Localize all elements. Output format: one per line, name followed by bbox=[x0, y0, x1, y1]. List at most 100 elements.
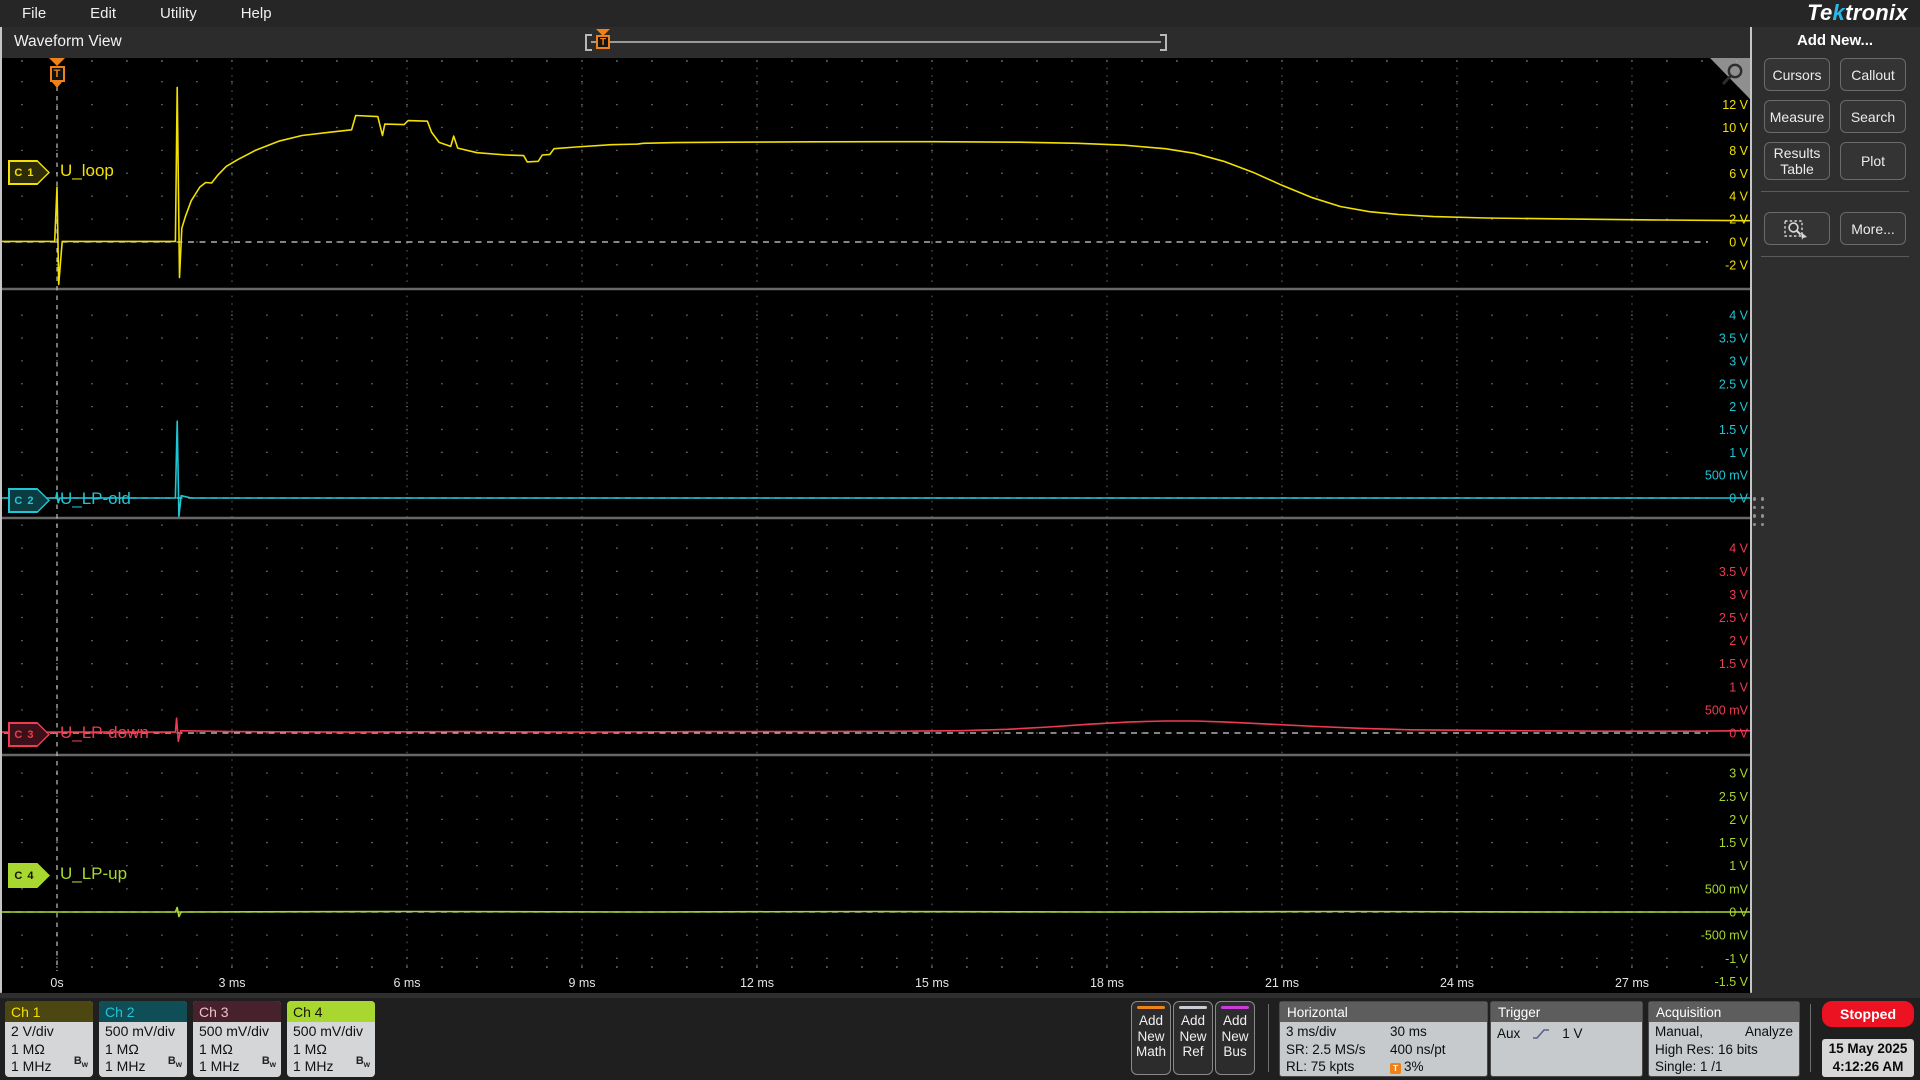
x-tick-label: 21 ms bbox=[1265, 976, 1299, 990]
channel-3-settings-badge[interactable]: Ch 3 500 mV/div 1 MΩ 1 MHz Bw bbox=[193, 1001, 281, 1077]
cursors-button[interactable]: Cursors bbox=[1764, 58, 1830, 91]
horizontal-value: RL: 75 kpts bbox=[1286, 1059, 1355, 1074]
horizontal-value: 30 ms bbox=[1390, 1024, 1427, 1039]
divider bbox=[1268, 1004, 1269, 1072]
y-tick-label: 2.5 V bbox=[1719, 377, 1749, 391]
waveform-display[interactable]: 12 V 10 V 8 V 6 V 4 V 2 V 0 V -2 V 4 V 3.5 V 3 V 2.… bbox=[2, 58, 1750, 993]
channel-2-settings-badge[interactable]: Ch 2 500 mV/div 1 MΩ 1 MHz Bw bbox=[99, 1001, 187, 1077]
channel-1-handle[interactable]: C 1 bbox=[8, 160, 50, 185]
channel-scale: 500 mV/div bbox=[293, 1023, 364, 1039]
bottom-bar: Ch 12 V/div 1 MΩ 1 MHz Bw Ch 2 500 mV/div 1 MΩ… bbox=[0, 998, 1920, 1080]
trigger-tail-icon bbox=[52, 82, 62, 88]
acquisition-panel[interactable]: Acquisition Manual, Analyze High Res: 16… bbox=[1648, 1001, 1800, 1077]
trigger-arrow-icon bbox=[49, 58, 65, 66]
channel-3-label[interactable]: U_LP-down bbox=[60, 723, 149, 743]
channel-4-handle[interactable]: C 4 bbox=[8, 863, 50, 888]
trigger-position-icon: T bbox=[1390, 1063, 1401, 1074]
x-tick-label: 24 ms bbox=[1440, 976, 1474, 990]
y-tick-label: 6 V bbox=[1729, 167, 1748, 181]
add-new-ref-button[interactable]: Add New Ref bbox=[1173, 1001, 1213, 1075]
x-tick-label: 9 ms bbox=[568, 976, 595, 990]
y-tick-label: 3.5 V bbox=[1719, 565, 1749, 579]
waveform-panel: Waveform View T 12 V 10 V 8 V 6 V 4 V 2 V 0 V -… bbox=[0, 27, 1752, 993]
hpos-right-bracket-icon bbox=[1160, 34, 1167, 51]
horizontal-panel-title: Horizontal bbox=[1280, 1002, 1487, 1022]
tab-waveform-view[interactable]: Waveform View bbox=[14, 33, 122, 51]
waveform-canvas[interactable]: 12 V 10 V 8 V 6 V 4 V 2 V 0 V -2 V 4 V 3.5 V 3 V 2.… bbox=[2, 58, 1750, 993]
y-tick-label: 0 V bbox=[1729, 906, 1748, 920]
trace-u-lp-up bbox=[2, 906, 1750, 918]
divider bbox=[1810, 1004, 1811, 1072]
trigger-level: 1 V bbox=[1562, 1026, 1583, 1041]
channel-4-settings-badge[interactable]: Ch 4 500 mV/div 1 MΩ 1 MHz Bw bbox=[287, 1001, 375, 1077]
trigger-marker[interactable]: T bbox=[48, 58, 66, 88]
zoom-select-button[interactable] bbox=[1764, 212, 1830, 245]
plot-button[interactable]: Plot bbox=[1840, 142, 1906, 180]
y-tick-label: 2 V bbox=[1729, 634, 1748, 648]
datetime-display: 15 May 2025 4:12:26 AM bbox=[1822, 1039, 1914, 1077]
x-tick-label: 3 ms bbox=[218, 976, 245, 990]
y-tick-label: 500 mV bbox=[1705, 469, 1749, 483]
horizontal-panel[interactable]: Horizontal 3 ms/div 30 ms SR: 2.5 MS/s 400 … bbox=[1279, 1001, 1488, 1077]
x-tick-label: 18 ms bbox=[1090, 976, 1124, 990]
panel-grip-handle[interactable] bbox=[1751, 497, 1766, 526]
channel-2-name: Ch 2 bbox=[99, 1001, 187, 1022]
menu-item-help[interactable]: Help bbox=[219, 5, 294, 22]
rising-edge-icon bbox=[1533, 1028, 1550, 1039]
acquisition-single: Single: 1 /1 bbox=[1655, 1059, 1723, 1074]
trace-u-lp-old bbox=[2, 420, 1750, 518]
bandwidth-limit-icon: Bw bbox=[261, 1055, 276, 1070]
acquisition-resolution: High Res: 16 bits bbox=[1655, 1041, 1758, 1057]
channel-1-settings-badge[interactable]: Ch 12 V/div 1 MΩ 1 MHz Bw bbox=[5, 1001, 93, 1077]
horizontal-position-indicator[interactable]: T bbox=[585, 27, 1167, 58]
date-text: 15 May 2025 bbox=[1828, 1041, 1908, 1056]
trigger-position-marker[interactable]: T bbox=[594, 29, 612, 49]
y-tick-label: 1.5 V bbox=[1719, 836, 1749, 850]
add-new-title: Add New... bbox=[1796, 32, 1874, 49]
channel-4-name: Ch 4 bbox=[287, 1001, 375, 1022]
menu-item-file[interactable]: File bbox=[0, 5, 68, 22]
menu-item-utility[interactable]: Utility bbox=[138, 5, 219, 22]
more-button[interactable]: More... bbox=[1840, 212, 1906, 245]
x-tick-label: 27 ms bbox=[1615, 976, 1649, 990]
hpos-track bbox=[591, 41, 1161, 43]
add-new-math-button[interactable]: Add New Math bbox=[1131, 1001, 1171, 1075]
y-tick-label: 1 V bbox=[1729, 680, 1748, 694]
menu-item-edit[interactable]: Edit bbox=[68, 5, 138, 22]
acquisition-panel-title: Acquisition bbox=[1649, 1002, 1799, 1022]
y-tick-label: 4 V bbox=[1729, 309, 1748, 323]
y-tick-label: 12 V bbox=[1722, 98, 1748, 112]
channel-3-name: Ch 3 bbox=[193, 1001, 281, 1022]
y-tick-label: 10 V bbox=[1722, 121, 1748, 135]
channel-4-label[interactable]: U_LP-up bbox=[60, 864, 127, 884]
channel-1-name: Ch 1 bbox=[5, 1001, 93, 1022]
y-tick-label: 0 V bbox=[1729, 727, 1748, 741]
horizontal-value: 3 ms/div bbox=[1286, 1024, 1337, 1039]
y-tick-label: 1.5 V bbox=[1719, 423, 1749, 437]
y-tick-label: 0 V bbox=[1729, 236, 1748, 250]
y-tick-label: 4 V bbox=[1729, 542, 1748, 556]
zoom-select-icon bbox=[1784, 219, 1807, 240]
callout-button[interactable]: Callout bbox=[1840, 58, 1906, 91]
search-button[interactable]: Search bbox=[1840, 100, 1906, 133]
bandwidth-limit-icon: Bw bbox=[167, 1055, 182, 1070]
bandwidth-limit-icon: Bw bbox=[355, 1055, 370, 1070]
channel-1-label[interactable]: U_loop bbox=[60, 161, 114, 181]
results-table-button[interactable]: Results Table bbox=[1764, 142, 1830, 180]
y-tick-label: 1 V bbox=[1729, 859, 1748, 873]
channel-scale: 500 mV/div bbox=[199, 1023, 270, 1039]
add-new-bus-button[interactable]: Add New Bus bbox=[1215, 1001, 1255, 1075]
measure-button[interactable]: Measure bbox=[1764, 100, 1830, 133]
trigger-panel[interactable]: Trigger Aux 1 V bbox=[1490, 1001, 1643, 1077]
acquisition-mode: Manual, bbox=[1655, 1024, 1704, 1039]
acquisition-analyze: Analyze bbox=[1744, 1024, 1793, 1039]
trigger-t-icon: T bbox=[49, 66, 65, 82]
status-badge[interactable]: Stopped bbox=[1822, 1001, 1914, 1027]
right-sidebar: Add New... Cursors Callout Measure Search Re… bbox=[1752, 27, 1918, 998]
time-text: 4:12:26 AM bbox=[1832, 1059, 1904, 1074]
channel-2-label[interactable]: U_LP-old bbox=[60, 489, 131, 509]
menu: File Edit Utility Help bbox=[0, 5, 294, 22]
channel-3-handle[interactable]: C 3 bbox=[8, 722, 50, 747]
channel-2-handle[interactable]: C 2 bbox=[8, 488, 50, 513]
y-tick-label: 3 V bbox=[1729, 767, 1748, 781]
